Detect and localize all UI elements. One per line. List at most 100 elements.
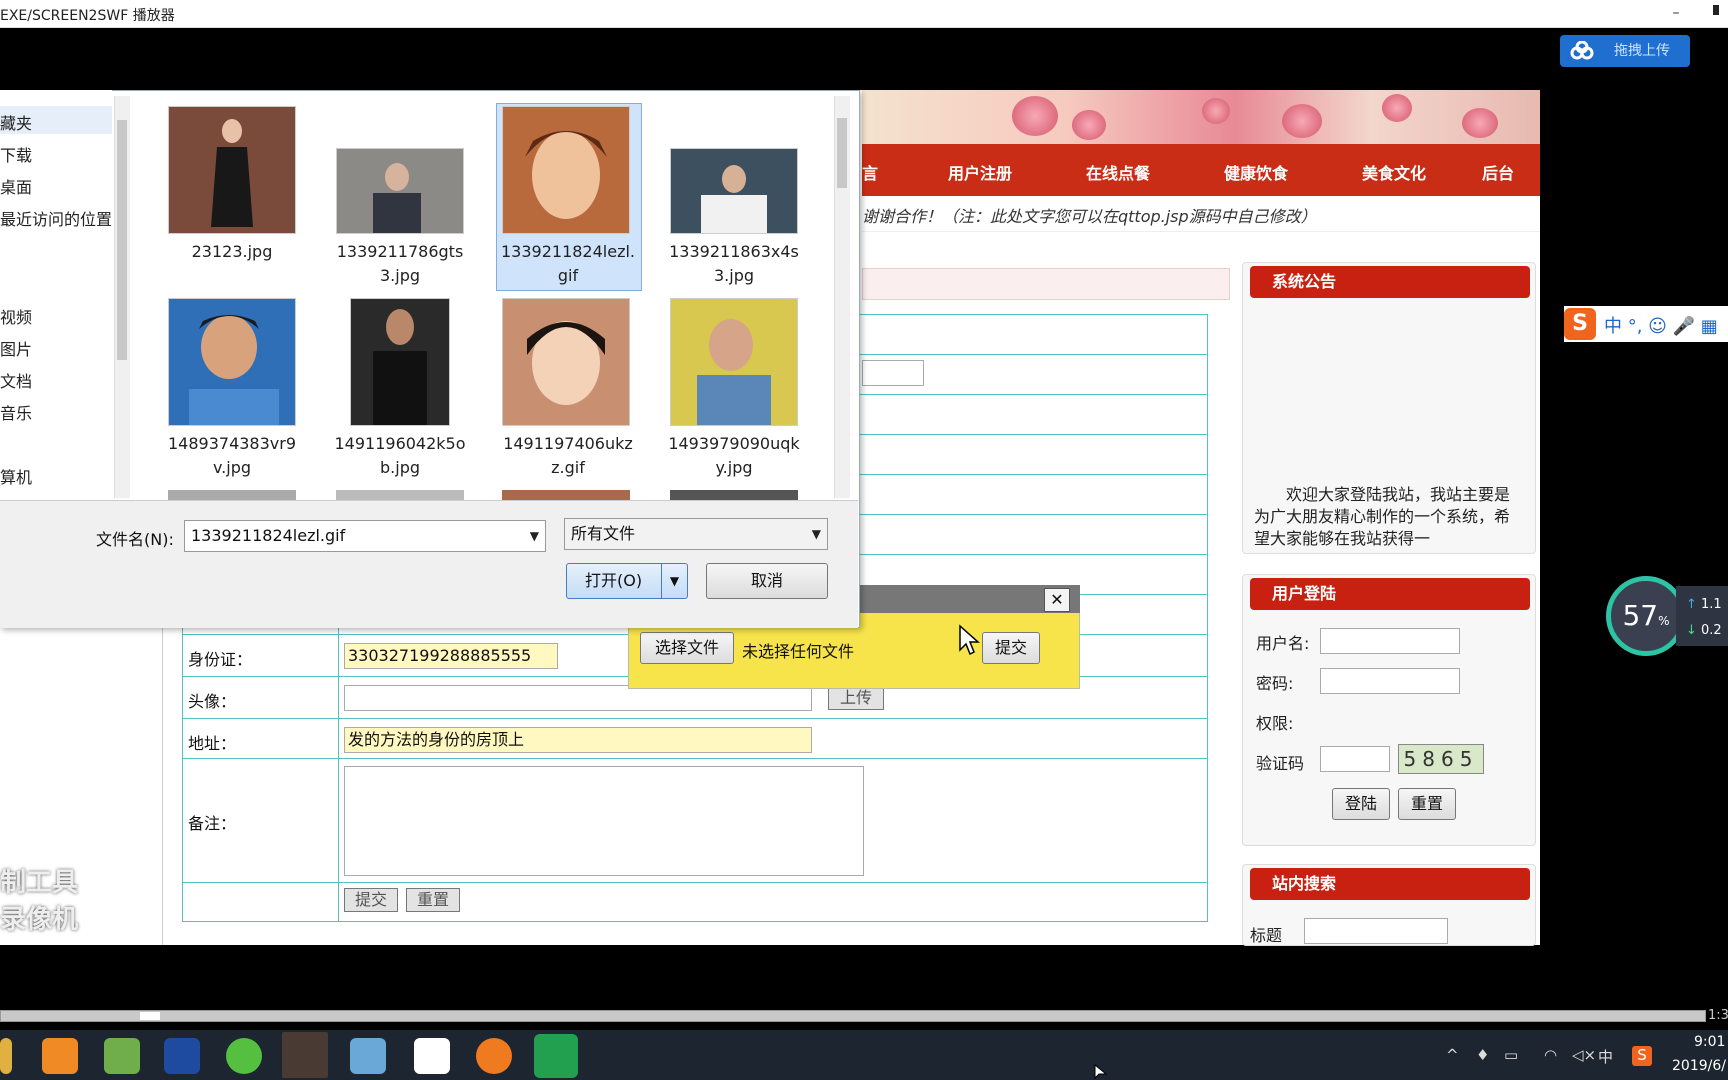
file-thumb-1339211786[interactable] [336,148,464,234]
login-button[interactable]: 登陆 [1332,788,1390,820]
ime-status: 中 °, ☺ 🎤 ▦ [1604,316,1718,337]
file-name-label: 1339211786gts 3.jpg [336,242,464,285]
form-title-strip [862,268,1230,300]
nav-pictures[interactable]: 图片 [0,336,32,360]
photo-thumbnail [337,149,463,233]
chevron-down-icon[interactable]: ▼ [530,521,539,551]
file-explorer-icon[interactable] [0,1038,12,1074]
clock-date[interactable]: 2019/6/ [1672,1058,1726,1074]
site-nav: 言 用户注册 在线点餐 健康饮食 美食文化 后台 [862,144,1540,196]
username-input[interactable] [1320,628,1460,654]
nav-item-register[interactable]: 用户注册 [948,160,1012,184]
drag-upload-button[interactable]: 拖拽上传 [1560,35,1690,67]
nav-videos[interactable]: 视频 [0,304,32,328]
media-app-icon[interactable] [476,1038,512,1074]
avatar-upload-button[interactable]: 上传 [828,686,884,710]
form-submit-button[interactable]: 提交 [344,888,398,912]
battery-icon[interactable]: ▭ [1504,1046,1518,1064]
no-file-text: 未选择任何文件 [742,642,855,661]
popup-submit-button[interactable]: 提交 [982,632,1040,664]
sogou-tray-icon[interactable]: S [1632,1046,1652,1066]
clock-time[interactable]: 9:01 [1694,1034,1725,1050]
file-thumb-1493979090[interactable] [670,298,798,426]
tray-app-icon[interactable]: ♦ [1476,1046,1489,1064]
login-reset-button[interactable]: 重置 [1398,788,1456,820]
search-input[interactable] [1304,918,1448,944]
wifi-icon[interactable]: ◠ [1544,1046,1557,1064]
active-app-icon[interactable] [282,1032,328,1078]
open-button[interactable]: 打开(O) ▼ [566,563,688,599]
file-thumb-1491197406[interactable] [502,298,630,426]
form-reset-button[interactable]: 重置 [406,888,460,912]
mouse-cursor-icon [1094,1064,1108,1080]
minimize-button[interactable]: – [1662,2,1690,24]
password-input[interactable] [1320,668,1460,694]
player-title-bar: EXE/SCREEN2SWF 播放器 – [0,0,1728,28]
file-name-label: 1491196042k5o b.jpg [334,434,466,477]
filename-input[interactable]: 1339211824lezl.gif ▼ [184,520,546,552]
ime-toolbar[interactable]: S 中 °, ☺ 🎤 ▦ [1564,306,1728,342]
nav-music[interactable]: 音乐 [0,400,32,424]
captcha-image[interactable]: 5865 [1398,744,1484,774]
cloud-icon [1570,41,1594,60]
choose-file-button[interactable]: 选择文件 [640,632,734,664]
popup-close-button[interactable]: ✕ [1044,588,1070,612]
notepad-icon[interactable] [104,1038,140,1074]
nav-item-admin[interactable]: 后台 [1482,160,1514,184]
file-type-select[interactable]: 所有文件 ▼ [564,518,828,550]
cancel-button[interactable]: 取消 [706,563,828,599]
seekbar-knob[interactable] [140,1012,160,1020]
file-thumb-23123[interactable] [168,106,296,234]
nav-recent[interactable]: 最近访问的位置 [0,206,112,230]
tray-overflow-icon[interactable]: ^ [1446,1046,1459,1064]
nav-downloads[interactable]: 下载 [0,142,32,166]
address-label: 地址： [188,734,237,753]
chevron-down-icon[interactable]: ▼ [661,564,687,598]
book-app-icon[interactable] [350,1038,386,1074]
nav-item-health[interactable]: 健康饮食 [1224,160,1288,184]
player-time: 1:3 [1708,1008,1728,1023]
remark-textarea[interactable] [344,766,864,876]
player-title: EXE/SCREEN2SWF 播放器 [0,8,175,24]
file-name-label: 1339211863x4s 3.jpg [669,242,799,285]
captcha-input[interactable] [1320,746,1390,772]
nav-item-culture[interactable]: 美食文化 [1362,160,1426,184]
form-field-partial[interactable] [862,360,924,386]
nav-desktop[interactable]: 桌面 [0,174,32,198]
file-thumb-1339211863[interactable] [670,148,798,234]
file-name-label: 1489374383vr9 v.jpg [167,434,297,477]
nav-favorites[interactable]: 藏夹 [0,110,32,134]
nav-computer[interactable]: 算机 [0,464,32,488]
screen-player-icon[interactable] [534,1034,578,1078]
id-number-input[interactable]: 330327199288885555 [344,643,558,669]
file-list-scrollbar[interactable] [834,96,850,498]
close-button[interactable] [1706,2,1726,24]
baidu-cloud-icon[interactable] [414,1038,450,1074]
nav-documents[interactable]: 文档 [0,368,32,392]
file-thumb-1491196042[interactable] [350,298,450,426]
captcha-label: 验证码 [1256,754,1305,773]
password-label: 密码: [1256,674,1294,693]
file-thumb-1339211824[interactable] [502,106,630,234]
flower-banner [862,90,1540,144]
nav-pane-scrollbar[interactable] [114,96,130,498]
player-seekbar[interactable] [0,1010,1706,1022]
mail-app-icon[interactable] [42,1038,78,1074]
photo-thumbnail [169,107,295,233]
ime-language[interactable]: 中 [1598,1046,1613,1067]
nav-item-message[interactable]: 言 [862,160,878,184]
volume-icon[interactable]: ◁× [1572,1046,1596,1064]
address-input[interactable]: 发的方法的身份的房顶上 [344,727,812,753]
mouse-cursor-icon [959,624,980,656]
filename-label: 文件名(N): [96,530,174,549]
file-name-label: 1339211824lezl. gif [500,242,635,285]
close-icon [1713,5,1719,15]
file-thumb-1489374383[interactable] [168,298,296,426]
wechat-icon[interactable] [226,1038,262,1074]
eclipse-icon[interactable] [164,1038,200,1074]
nav-item-order[interactable]: 在线点餐 [1086,160,1150,184]
file-name-label: 23123.jpg [191,242,273,261]
announcement-title: 系统公告 [1250,266,1530,298]
network-speed-widget[interactable]: 57% [1606,576,1686,656]
sogou-icon: S [1564,308,1596,340]
